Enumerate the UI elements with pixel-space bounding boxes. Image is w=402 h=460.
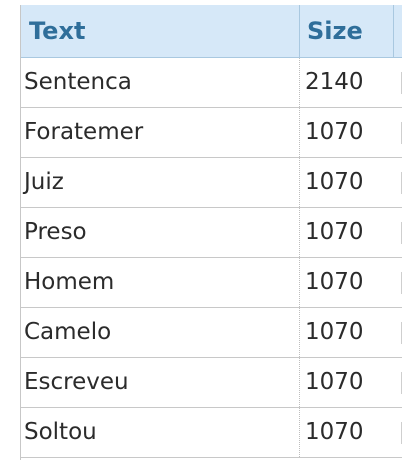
- column-header-size[interactable]: Size: [307, 5, 363, 57]
- cell-text: Camelo: [24, 319, 112, 345]
- column-divider: [299, 158, 300, 207]
- column-divider: [299, 358, 300, 407]
- cell-size: 1070: [305, 419, 364, 445]
- cell-size: 1070: [305, 369, 364, 395]
- cell-text: Soltou: [24, 419, 97, 445]
- column-divider: [299, 308, 300, 357]
- column-divider: [299, 208, 300, 257]
- cell-size: 1070: [305, 219, 364, 245]
- column-divider: [299, 258, 300, 307]
- column-divider: [299, 108, 300, 157]
- table-header: Text Size: [21, 5, 402, 58]
- column-divider: [299, 408, 300, 457]
- cell-size: 1070: [305, 169, 364, 195]
- table-row[interactable]: Foratemer 1070: [21, 108, 402, 158]
- column-divider: [299, 58, 300, 107]
- table-row[interactable]: Sentenca 2140: [21, 58, 402, 108]
- table-row[interactable]: Homem 1070: [21, 258, 402, 308]
- cell-text: Juiz: [24, 169, 64, 195]
- cell-size: 1070: [305, 319, 364, 345]
- table-row[interactable]: Soltou 1070: [21, 408, 402, 458]
- table-row[interactable]: Camelo 1070: [21, 308, 402, 358]
- word-frequency-table: Text Size Sentenca 2140 Foratemer 1070 J…: [20, 5, 402, 460]
- table-body: Sentenca 2140 Foratemer 1070 Juiz 1070 P…: [21, 58, 402, 458]
- table-row[interactable]: Escreveu 1070: [21, 358, 402, 408]
- cell-size: 1070: [305, 269, 364, 295]
- cell-text: Escreveu: [24, 369, 129, 395]
- cell-text: Foratemer: [24, 119, 144, 145]
- table-row[interactable]: Juiz 1070: [21, 158, 402, 208]
- column-header-text[interactable]: Text: [29, 5, 85, 57]
- table-row[interactable]: Preso 1070: [21, 208, 402, 258]
- cell-text: Homem: [24, 269, 115, 295]
- cell-size: 2140: [305, 69, 364, 95]
- column-separator[interactable]: [299, 5, 300, 57]
- column-separator[interactable]: [393, 5, 394, 57]
- cell-text: Preso: [24, 219, 87, 245]
- cell-size: 1070: [305, 119, 364, 145]
- cell-text: Sentenca: [24, 69, 132, 95]
